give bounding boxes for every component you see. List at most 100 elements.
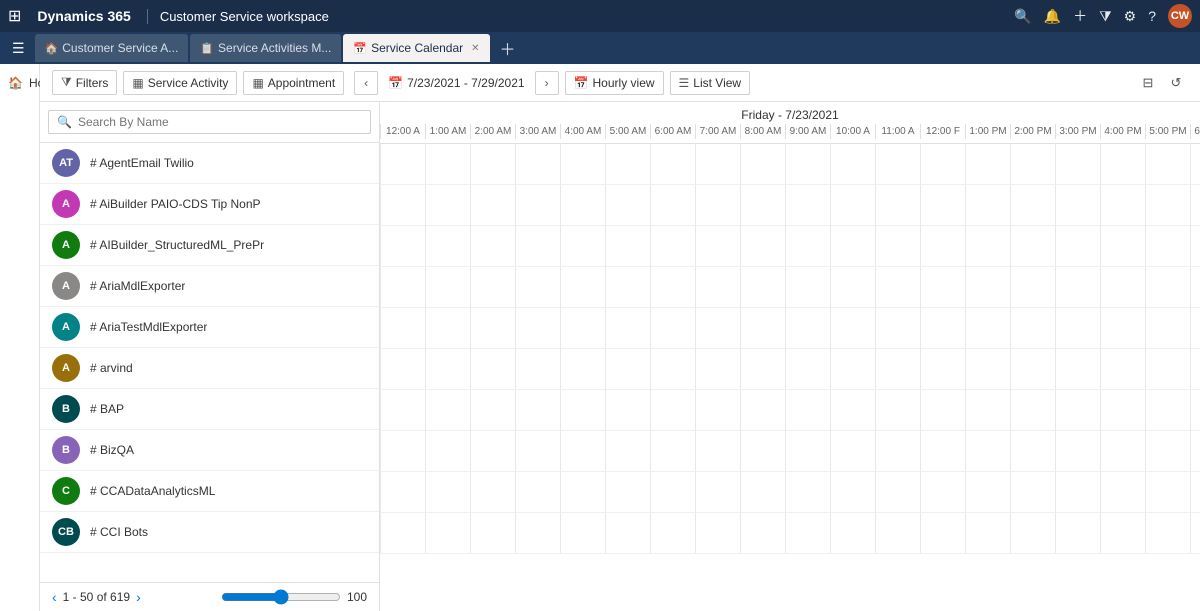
pagination: ‹ 1 - 50 of 619 › 100: [40, 582, 379, 611]
search-input[interactable]: [78, 115, 362, 129]
resource-avatar: CB: [52, 518, 80, 546]
time-slot-header: 4:00 AM: [560, 124, 605, 139]
calendar-cell: [965, 472, 1010, 512]
search-icon[interactable]: 🔍: [1014, 8, 1031, 25]
add-icon[interactable]: ＋: [1073, 6, 1087, 26]
service-activity-button[interactable]: ▦ Service Activity: [123, 71, 237, 95]
calendar-cell: [1145, 226, 1190, 266]
calendar-cell: [605, 349, 650, 389]
list-item[interactable]: A # AriaTestMdlExporter: [40, 307, 379, 348]
calendar-cell: [785, 513, 830, 553]
calendar-cell: [785, 226, 830, 266]
resource-name: # BAP: [90, 402, 124, 416]
column-view-icon[interactable]: ⊟: [1136, 71, 1160, 95]
calendar-cell: [920, 390, 965, 430]
list-item[interactable]: AT # AgentEmail Twilio: [40, 143, 379, 184]
calendar-cell: [1190, 390, 1200, 430]
calendar-cell: [470, 390, 515, 430]
calendar-cell: [695, 226, 740, 266]
calendar-header: Friday - 7/23/2021 12:00 A1:00 AM2:00 AM…: [380, 102, 1200, 144]
calendar-cell: [380, 349, 425, 389]
list-item[interactable]: A # AIBuilder_StructuredML_PrePr: [40, 225, 379, 266]
tab-service-activities[interactable]: 📋 Service Activities M...: [190, 34, 341, 62]
grid-icon[interactable]: ⊞: [8, 6, 21, 26]
brand-name: Dynamics 365: [29, 8, 138, 24]
calendar-cell: [695, 472, 740, 512]
calendar-cell: [1100, 513, 1145, 553]
calendar-cell: [1100, 472, 1145, 512]
calendar-cell: [470, 144, 515, 184]
hourly-view-button[interactable]: 📅 Hourly view: [565, 71, 664, 95]
pagination-left: ‹ 1 - 50 of 619 ›: [52, 589, 141, 605]
user-avatar[interactable]: CW: [1168, 4, 1192, 28]
time-slot-header: 3:00 AM: [515, 124, 560, 139]
help-icon[interactable]: ?: [1148, 8, 1156, 24]
resource-name: # CCI Bots: [90, 525, 148, 539]
refresh-icon[interactable]: ↺: [1164, 71, 1188, 95]
next-page-button[interactable]: ›: [136, 589, 141, 605]
sidebar-item-home[interactable]: 🏠 Home: [0, 72, 39, 94]
calendar-cell: [515, 144, 560, 184]
bell-icon[interactable]: 🔔: [1044, 8, 1061, 25]
calendar-cell: [470, 226, 515, 266]
calendar-cell: [695, 144, 740, 184]
search-input-wrap[interactable]: 🔍: [48, 110, 371, 134]
calendar-cell: [560, 513, 605, 553]
calendar-cell: [785, 431, 830, 471]
list-view-button[interactable]: ☰ List View: [670, 71, 751, 95]
calendar-cell: [1145, 431, 1190, 471]
calendar-cell: [920, 144, 965, 184]
calendar-cell: [605, 513, 650, 553]
time-slot-header: 5:00 AM: [605, 124, 650, 139]
calendar-cell: [470, 267, 515, 307]
resource-avatar: B: [52, 395, 80, 423]
calendar-cell: [515, 308, 560, 348]
list-item[interactable]: B # BizQA: [40, 430, 379, 471]
list-item[interactable]: B # BAP: [40, 389, 379, 430]
list-item[interactable]: CB # CCI Bots: [40, 512, 379, 553]
calendar-cell: [1100, 431, 1145, 471]
settings-icon[interactable]: ⚙: [1124, 8, 1137, 25]
resource-avatar: AT: [52, 149, 80, 177]
filter-icon[interactable]: ⧩: [1099, 8, 1112, 25]
pagination-range: 1 - 50 of 619: [63, 590, 130, 604]
tab-close-service-calendar[interactable]: ✕: [471, 43, 479, 54]
calendar-cell: [695, 185, 740, 225]
calendar-cell: [740, 144, 785, 184]
calendar-cell: [830, 267, 875, 307]
appointment-button[interactable]: ▦ Appointment: [243, 71, 344, 95]
calendar-cell: [1055, 185, 1100, 225]
tab-service-calendar[interactable]: 📅 Service Calendar ✕: [343, 34, 489, 62]
calendar-cell: [830, 431, 875, 471]
hamburger-icon[interactable]: ☰: [4, 40, 33, 57]
calendar-cell: [515, 390, 560, 430]
calendar-cell: [1100, 267, 1145, 307]
hourly-icon: 📅: [574, 76, 589, 90]
add-tab-button[interactable]: ＋: [492, 36, 524, 60]
table-row: [380, 390, 1200, 431]
calendar-cell: [380, 267, 425, 307]
zoom-value: 100: [347, 590, 367, 604]
filters-button[interactable]: ⧩ Filters: [52, 70, 117, 95]
calendar-cell: [650, 144, 695, 184]
calendar-cell: [380, 144, 425, 184]
calendar-cell: [965, 144, 1010, 184]
time-slot-header: 1:00 AM: [425, 124, 470, 139]
prev-page-button[interactable]: ‹: [52, 589, 57, 605]
calendar-cell: [515, 513, 560, 553]
calendar-cell: [650, 308, 695, 348]
calendar-cell: [740, 390, 785, 430]
calendar-cell: [695, 513, 740, 553]
calendar-cell: [650, 390, 695, 430]
list-item[interactable]: A # AiBuilder PAIO-CDS Tip NonP: [40, 184, 379, 225]
calendar-cell: [1010, 267, 1055, 307]
list-item[interactable]: C # CCADataAnalyticsML: [40, 471, 379, 512]
table-row: [380, 472, 1200, 513]
next-date-button[interactable]: ›: [535, 71, 559, 95]
prev-date-button[interactable]: ‹: [354, 71, 378, 95]
tab-customer-service[interactable]: 🏠 Customer Service A...: [35, 34, 189, 62]
calendar-cell: [470, 308, 515, 348]
list-item[interactable]: A # AriaMdlExporter: [40, 266, 379, 307]
list-item[interactable]: A # arvind: [40, 348, 379, 389]
zoom-slider[interactable]: [221, 589, 341, 605]
